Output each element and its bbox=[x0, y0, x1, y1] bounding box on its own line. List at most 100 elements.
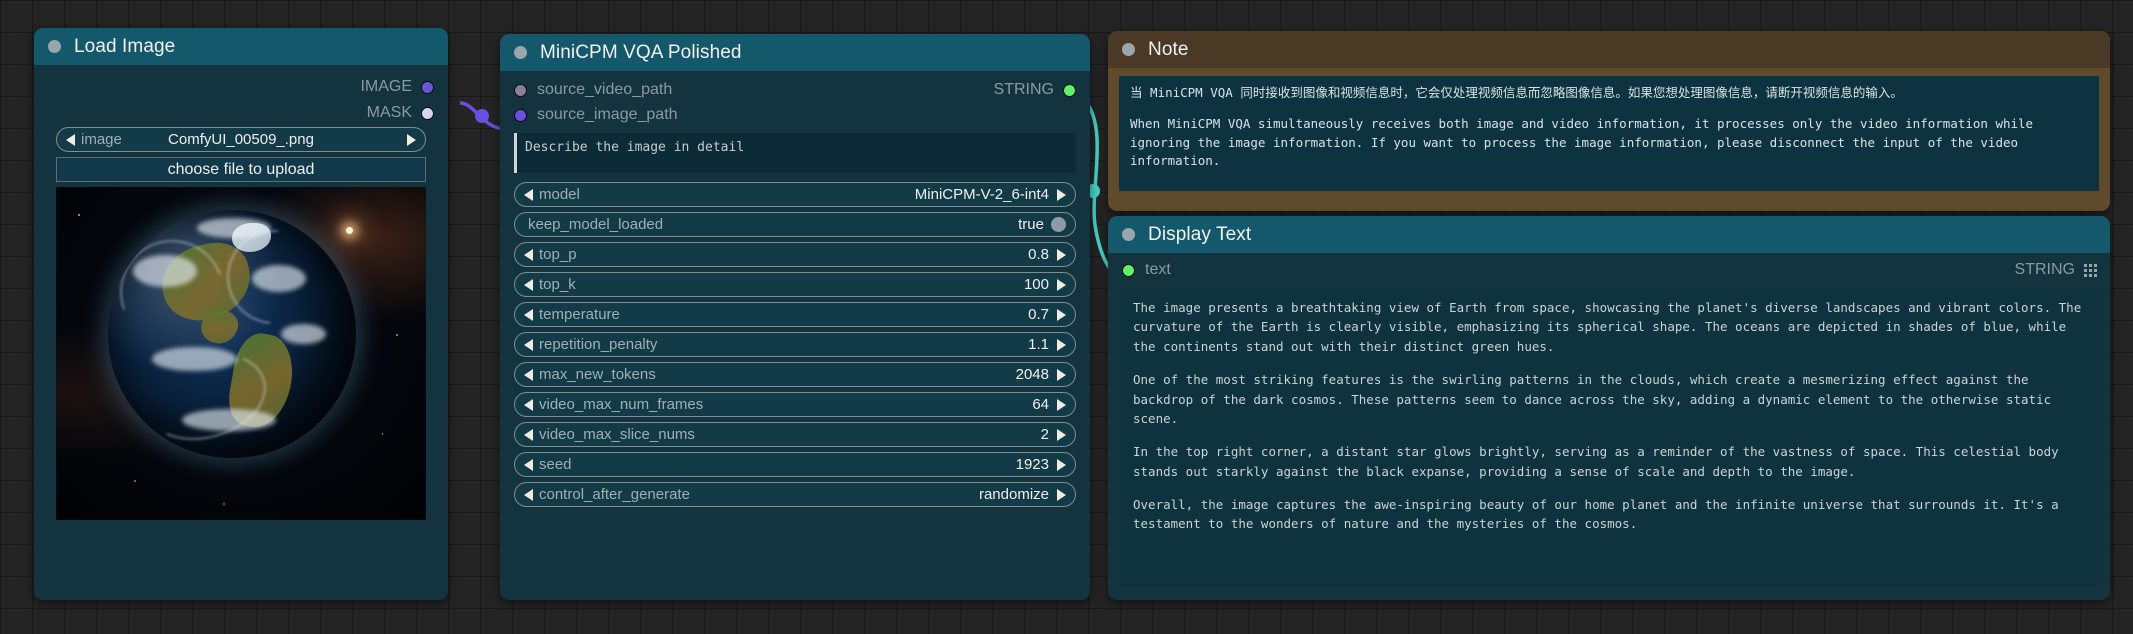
widget-top-p[interactable]: top_p 0.8 bbox=[514, 242, 1076, 267]
widget-model[interactable]: model MiniCPM-V-2_6-int4 bbox=[514, 182, 1076, 207]
output-slot-mask[interactable]: MASK bbox=[367, 104, 434, 122]
widget-keep-model-loaded[interactable]: keep_model_loaded true bbox=[514, 212, 1076, 237]
link-midpoint-dot bbox=[475, 109, 489, 123]
chevron-right-icon[interactable] bbox=[1057, 368, 1066, 381]
prompt-textarea[interactable]: Describe the image in detail bbox=[514, 133, 1076, 173]
widget-image-value: ComfyUI_00509_.png bbox=[168, 131, 314, 148]
node-minicpm-titlebar[interactable]: MiniCPM VQA Polished bbox=[500, 34, 1090, 71]
chevron-right-icon[interactable] bbox=[1057, 188, 1066, 201]
output-slot-image[interactable]: IMAGE bbox=[360, 78, 434, 96]
chevron-right-icon[interactable] bbox=[1057, 308, 1066, 321]
note-text-english: When MiniCPM VQA simultaneously receives… bbox=[1130, 115, 2034, 169]
chevron-left-icon[interactable] bbox=[524, 398, 533, 411]
node-note-titlebar[interactable]: Note bbox=[1108, 31, 2110, 68]
input-slot-source-image-path[interactable]: source_image_path bbox=[514, 106, 678, 124]
widget-top-p-value: 0.8 bbox=[1028, 246, 1049, 263]
toggle-knob-icon[interactable] bbox=[1051, 217, 1066, 232]
chevron-left-icon[interactable] bbox=[524, 278, 533, 291]
star-speck bbox=[222, 503, 225, 506]
graph-canvas[interactable]: Load Image IMAGE MASK image ComfyUI_0050… bbox=[0, 0, 2133, 634]
node-minicpm-vqa-polished[interactable]: MiniCPM VQA Polished source_video_path s… bbox=[500, 34, 1090, 600]
output-dot-string[interactable] bbox=[1063, 83, 1076, 97]
image-preview[interactable] bbox=[56, 187, 426, 520]
chevron-left-icon[interactable] bbox=[524, 338, 533, 351]
output-slot-string-label: STRING bbox=[993, 81, 1054, 98]
bright-star-icon bbox=[346, 226, 354, 234]
input-dot-source-video-path[interactable] bbox=[514, 83, 527, 97]
input-slot-source-image-path-label: source_image_path bbox=[537, 106, 678, 123]
chevron-left-icon[interactable] bbox=[524, 188, 533, 201]
input-dot-text[interactable] bbox=[1122, 263, 1135, 277]
output-slot-string[interactable]: STRING bbox=[994, 81, 1076, 99]
widget-max-new-tokens-value: 2048 bbox=[1015, 366, 1049, 383]
widget-seed-value: 1923 bbox=[1015, 456, 1049, 473]
node-minicpm-body: source_video_path source_image_path STRI… bbox=[500, 71, 1090, 507]
widget-video-max-slice-nums-name: video_max_slice_nums bbox=[539, 426, 695, 443]
node-load-image[interactable]: Load Image IMAGE MASK image ComfyUI_0050… bbox=[34, 28, 448, 600]
widget-model-name: model bbox=[539, 186, 580, 203]
widget-temperature[interactable]: temperature 0.7 bbox=[514, 302, 1076, 327]
widget-repetition-penalty-value: 1.1 bbox=[1028, 336, 1049, 353]
chevron-left-icon[interactable] bbox=[524, 308, 533, 321]
node-display-text[interactable]: Display Text text STRING The image prese… bbox=[1108, 216, 2110, 600]
widget-video-max-num-frames[interactable]: video_max_num_frames 64 bbox=[514, 392, 1076, 417]
note-text-area[interactable]: 当 MiniCPM VQA 同时接收到图像和视频信息时，它会仅处理视频信息而忽略… bbox=[1119, 76, 2099, 191]
chevron-right-icon[interactable] bbox=[1057, 488, 1066, 501]
choose-file-to-upload-button[interactable]: choose file to upload bbox=[56, 157, 426, 182]
chevron-right-icon[interactable] bbox=[1057, 428, 1066, 441]
chevron-right-icon[interactable] bbox=[1057, 338, 1066, 351]
collapse-dot-icon[interactable] bbox=[1122, 43, 1135, 56]
widget-repetition-penalty[interactable]: repetition_penalty 1.1 bbox=[514, 332, 1076, 357]
note-text-chinese: 当 MiniCPM VQA 同时接收到图像和视频信息时，它会仅处理视频信息而忽略… bbox=[1130, 85, 1903, 100]
input-slot-text-label: text bbox=[1145, 261, 1171, 278]
grid-icon[interactable] bbox=[2084, 263, 2097, 277]
chevron-right-icon[interactable] bbox=[1057, 398, 1066, 411]
widget-model-value: MiniCPM-V-2_6-int4 bbox=[914, 186, 1049, 203]
widget-top-k-name: top_k bbox=[539, 276, 576, 293]
chevron-left-icon[interactable] bbox=[524, 458, 533, 471]
upload-button-label: choose file to upload bbox=[167, 160, 315, 178]
chevron-left-icon[interactable] bbox=[524, 368, 533, 381]
widget-video-max-slice-nums-value: 2 bbox=[1040, 426, 1049, 443]
widget-max-new-tokens-name: max_new_tokens bbox=[539, 366, 656, 383]
star-speck bbox=[78, 213, 81, 216]
output-slot-image-label: IMAGE bbox=[360, 78, 412, 95]
collapse-dot-icon[interactable] bbox=[48, 40, 61, 53]
widget-top-k-value: 100 bbox=[1023, 276, 1049, 293]
node-load-image-titlebar[interactable]: Load Image bbox=[34, 28, 448, 65]
output-dot-mask[interactable] bbox=[421, 106, 434, 120]
display-text-output-area[interactable]: The image presents a breathtaking view o… bbox=[1120, 287, 2098, 587]
input-slot-source-video-path-label: source_video_path bbox=[537, 81, 673, 98]
chevron-left-icon[interactable] bbox=[524, 428, 533, 441]
output-paragraph: One of the most striking features is the… bbox=[1133, 372, 2052, 426]
chevron-left-icon[interactable] bbox=[524, 248, 533, 261]
input-slot-text[interactable]: text bbox=[1122, 261, 1171, 279]
widget-top-k[interactable]: top_k 100 bbox=[514, 272, 1076, 297]
chevron-left-icon[interactable] bbox=[524, 488, 533, 501]
output-slot-mask-label: MASK bbox=[366, 104, 412, 121]
widget-max-new-tokens[interactable]: max_new_tokens 2048 bbox=[514, 362, 1076, 387]
widget-seed-name: seed bbox=[539, 456, 572, 473]
chevron-right-icon[interactable] bbox=[1057, 278, 1066, 291]
chevron-right-icon[interactable] bbox=[1057, 248, 1066, 261]
widget-repetition-penalty-name: repetition_penalty bbox=[539, 336, 658, 353]
input-slot-source-video-path[interactable]: source_video_path bbox=[514, 81, 672, 99]
widget-control-after-generate-name: control_after_generate bbox=[539, 486, 690, 503]
widget-control-after-generate[interactable]: control_after_generate randomize bbox=[514, 482, 1076, 507]
minicpm-io-slots: source_video_path source_image_path STRI… bbox=[500, 78, 1090, 131]
collapse-dot-icon[interactable] bbox=[514, 46, 527, 59]
output-paragraph: In the top right corner, a distant star … bbox=[1133, 444, 2059, 479]
input-dot-source-image-path[interactable] bbox=[514, 108, 527, 122]
widget-video-max-slice-nums[interactable]: video_max_slice_nums 2 bbox=[514, 422, 1076, 447]
load-image-outputs: IMAGE MASK bbox=[34, 73, 448, 127]
collapse-dot-icon[interactable] bbox=[1122, 228, 1135, 241]
node-display-text-titlebar[interactable]: Display Text bbox=[1108, 216, 2110, 253]
node-note[interactable]: Note 当 MiniCPM VQA 同时接收到图像和视频信息时，它会仅处理视频… bbox=[1108, 31, 2110, 211]
widget-seed[interactable]: seed 1923 bbox=[514, 452, 1076, 477]
widget-keep-model-loaded-value: true bbox=[1018, 216, 1044, 233]
output-paragraph: The image presents a breathtaking view o… bbox=[1133, 300, 2082, 354]
widget-image-combo[interactable]: image ComfyUI_00509_.png bbox=[56, 127, 426, 152]
widget-top-p-name: top_p bbox=[539, 246, 577, 263]
output-dot-image[interactable] bbox=[421, 80, 434, 94]
chevron-right-icon[interactable] bbox=[1057, 458, 1066, 471]
